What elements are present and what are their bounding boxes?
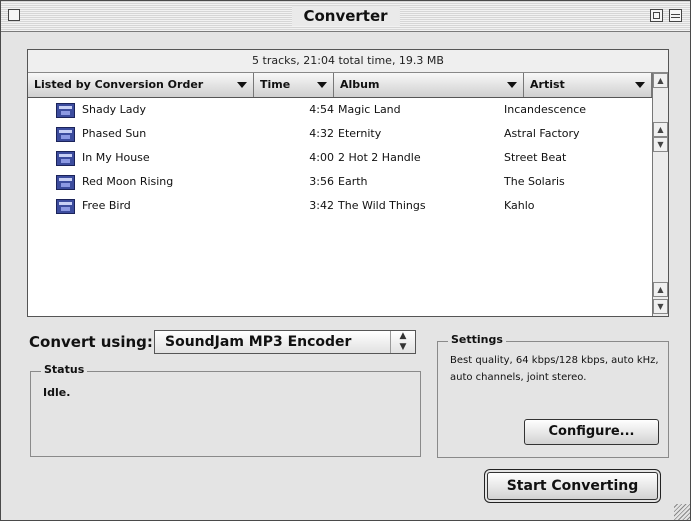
track-album: Earth bbox=[338, 175, 368, 188]
encoder-select[interactable]: SoundJam MP3 Encoder ▲ ▼ bbox=[154, 330, 416, 354]
title-bar[interactable]: Converter bbox=[1, 1, 690, 32]
vertical-scrollbar[interactable]: ▲ ▲ ▼ ▲ ▼ bbox=[652, 73, 668, 316]
column-header-conversion-order[interactable]: Listed by Conversion Order bbox=[28, 73, 254, 97]
track-album: 2 Hot 2 Handle bbox=[338, 151, 421, 164]
scroll-down-arrow-icon[interactable]: ▼ bbox=[653, 299, 668, 314]
track-artist: The Solaris bbox=[504, 175, 565, 188]
column-header-artist[interactable]: Artist bbox=[524, 73, 652, 97]
track-artist: Street Beat bbox=[504, 151, 567, 164]
track-name: Phased Sun bbox=[82, 127, 147, 140]
status-text: Idle. bbox=[43, 386, 71, 399]
track-name: In My House bbox=[82, 151, 150, 164]
converter-window: Converter 5 tracks, 21:04 total time, 19… bbox=[0, 0, 691, 521]
collapse-box-icon[interactable] bbox=[669, 9, 682, 22]
mp3-file-icon bbox=[56, 175, 75, 190]
zoom-box-icon[interactable] bbox=[650, 9, 663, 22]
status-group-title: Status bbox=[41, 363, 88, 377]
table-row[interactable]: Shady Lady 4:54 Magic Land Incandescence bbox=[28, 98, 652, 122]
updown-arrows-icon: ▲ ▼ bbox=[390, 331, 415, 353]
track-artist: Incandescence bbox=[504, 103, 587, 116]
track-time: 3:42 bbox=[309, 199, 334, 212]
configure-button[interactable]: Configure... bbox=[524, 419, 659, 445]
column-header-label: Listed by Conversion Order bbox=[34, 78, 204, 91]
column-header-label: Album bbox=[340, 78, 380, 91]
mp3-file-icon bbox=[56, 103, 75, 118]
table-row[interactable]: Free Bird 3:42 The Wild Things Kahlo bbox=[28, 194, 652, 218]
track-album: Magic Land bbox=[338, 103, 401, 116]
dropdown-arrow-icon bbox=[317, 82, 327, 88]
track-album: The Wild Things bbox=[338, 199, 426, 212]
column-header-row: Listed by Conversion Order Time Album Ar… bbox=[28, 73, 652, 98]
table-row[interactable]: Red Moon Rising 3:56 Earth The Solaris bbox=[28, 170, 652, 194]
mp3-file-icon bbox=[56, 151, 75, 166]
dropdown-arrow-icon bbox=[507, 82, 517, 88]
mp3-file-icon bbox=[56, 127, 75, 142]
sort-order-toggle-icon[interactable]: ▲ bbox=[653, 73, 668, 88]
track-list-panel: 5 tracks, 21:04 total time, 19.3 MB List… bbox=[27, 49, 669, 317]
table-row[interactable]: In My House 4:00 2 Hot 2 Handle Street B… bbox=[28, 146, 652, 170]
track-rows: Shady Lady 4:54 Magic Land Incandescence… bbox=[28, 98, 652, 218]
track-time: 4:00 bbox=[309, 151, 334, 164]
track-artist: Astral Factory bbox=[504, 127, 580, 140]
track-time: 4:32 bbox=[309, 127, 334, 140]
track-time: 3:56 bbox=[309, 175, 334, 188]
dropdown-arrow-icon bbox=[237, 82, 247, 88]
mp3-file-icon bbox=[56, 199, 75, 214]
track-album: Eternity bbox=[338, 127, 382, 140]
start-converting-button[interactable]: Start Converting bbox=[487, 472, 658, 500]
track-summary: 5 tracks, 21:04 total time, 19.3 MB bbox=[28, 50, 668, 73]
column-header-album[interactable]: Album bbox=[334, 73, 524, 97]
column-header-time[interactable]: Time bbox=[254, 73, 334, 97]
scroll-up-arrow-icon[interactable]: ▲ bbox=[653, 282, 668, 297]
status-group: Status Idle. bbox=[30, 363, 421, 457]
track-name: Free Bird bbox=[82, 199, 131, 212]
close-box-icon[interactable] bbox=[8, 9, 20, 21]
settings-summary: Best quality, 64 kbps/128 kbps, auto kHz… bbox=[450, 355, 659, 383]
track-name: Red Moon Rising bbox=[82, 175, 174, 188]
settings-group-title: Settings bbox=[448, 333, 506, 347]
column-header-label: Time bbox=[260, 78, 291, 91]
track-time: 4:54 bbox=[309, 103, 334, 116]
dropdown-arrow-icon bbox=[635, 82, 645, 88]
scroll-up-arrow-icon[interactable]: ▲ bbox=[653, 122, 668, 137]
track-name: Shady Lady bbox=[82, 103, 147, 116]
resize-grip-icon[interactable] bbox=[674, 504, 690, 520]
window-title: Converter bbox=[291, 6, 400, 26]
encoder-selected-value: SoundJam MP3 Encoder bbox=[165, 334, 352, 350]
track-artist: Kahlo bbox=[504, 199, 535, 212]
convert-using-label: Convert using: bbox=[29, 333, 153, 351]
table-row[interactable]: Phased Sun 4:32 Eternity Astral Factory bbox=[28, 122, 652, 146]
scroll-down-arrow-icon[interactable]: ▼ bbox=[653, 137, 668, 152]
column-header-label: Artist bbox=[530, 78, 565, 91]
